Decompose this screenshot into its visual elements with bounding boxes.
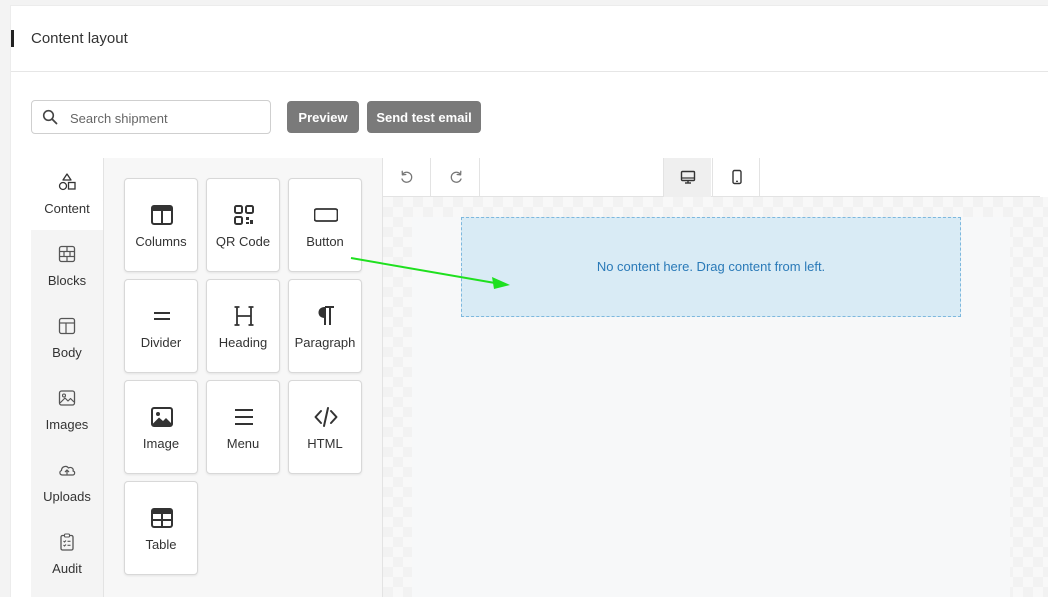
tab-label: Images — [45, 417, 89, 432]
tool-label: Heading — [218, 335, 268, 350]
undo-icon — [401, 170, 413, 183]
tab-label: Audit — [52, 561, 82, 576]
canvas-toolbar — [383, 158, 1040, 197]
header-accent-bar — [11, 30, 14, 47]
tool-menu[interactable]: Menu — [206, 380, 280, 474]
layout-icon — [58, 317, 76, 335]
page-title: Content layout — [31, 30, 128, 47]
tool-label: Image — [142, 436, 180, 451]
tool-label: Table — [145, 537, 177, 552]
images-icon — [58, 390, 76, 406]
desktop-view-button[interactable] — [663, 158, 711, 197]
canvas-background: No content here. Drag content from left. — [383, 197, 1048, 597]
redo-icon — [450, 170, 462, 183]
tool-paragraph[interactable]: Paragraph — [288, 279, 362, 373]
shapes-icon — [58, 173, 76, 191]
tool-label: Columns — [135, 234, 187, 249]
tool-divider[interactable]: Divider — [124, 279, 198, 373]
tool-label: QR Code — [215, 234, 271, 249]
tab-content[interactable]: Content — [31, 158, 103, 230]
mobile-icon — [732, 169, 742, 185]
content-palette: Columns QR Code Button Divider Heading P… — [103, 158, 383, 597]
tool-table[interactable]: Table — [124, 481, 198, 575]
tool-heading[interactable]: Heading — [206, 279, 280, 373]
tool-label: Menu — [226, 436, 260, 451]
sidebar-tabs: Content Blocks Body Images Uploads Audit — [31, 158, 103, 597]
heading-icon — [234, 306, 254, 326]
button-icon — [314, 208, 338, 222]
redo-button[interactable] — [432, 158, 480, 197]
divider-icon — [154, 312, 170, 320]
tab-images[interactable]: Images — [31, 374, 103, 446]
image-icon — [151, 407, 173, 427]
tab-label: Blocks — [47, 273, 87, 288]
cloud-upload-icon — [59, 465, 76, 476]
mobile-view-button[interactable] — [712, 158, 760, 197]
undo-button[interactable] — [383, 158, 431, 197]
tool-html[interactable]: HTML — [288, 380, 362, 474]
email-body: No content here. Drag content from left. — [412, 217, 1010, 597]
tool-label: Button — [306, 234, 344, 249]
tab-body[interactable]: Body — [31, 302, 103, 374]
tab-uploads[interactable]: Uploads — [31, 446, 103, 518]
preview-button[interactable]: Preview — [287, 101, 359, 133]
menu-icon — [235, 409, 253, 425]
empty-message: No content here. Drag content from left. — [596, 259, 826, 274]
table-icon — [151, 508, 173, 528]
tool-qr-code[interactable]: QR Code — [206, 178, 280, 272]
clipboard-check-icon — [60, 533, 74, 551]
email-editor: Content Blocks Body Images Uploads Audit… — [31, 158, 1048, 597]
search-input[interactable] — [70, 108, 265, 128]
tool-columns[interactable]: Columns — [124, 178, 198, 272]
tool-label: HTML — [307, 436, 343, 451]
drop-zone[interactable]: No content here. Drag content from left. — [461, 217, 961, 317]
tool-image[interactable]: Image — [124, 380, 198, 474]
columns-icon — [151, 205, 173, 225]
tab-audit[interactable]: Audit — [31, 518, 103, 590]
tab-blocks[interactable]: Blocks — [31, 230, 103, 302]
tab-label: Uploads — [43, 489, 91, 504]
tab-label: Content — [44, 201, 90, 216]
search-icon — [42, 109, 58, 125]
search-box — [31, 100, 271, 134]
canvas-area: No content here. Drag content from left. — [383, 158, 1048, 597]
desktop-icon — [680, 170, 696, 184]
tool-label: Divider — [140, 335, 182, 350]
code-icon — [314, 407, 338, 427]
send-test-email-button[interactable]: Send test email — [367, 101, 481, 133]
page-header: Content layout — [11, 6, 1048, 72]
tool-button[interactable]: Button — [288, 178, 362, 272]
paragraph-icon — [318, 306, 334, 325]
tab-label: Body — [52, 345, 82, 360]
blocks-icon — [58, 245, 76, 263]
tool-label: Paragraph — [294, 335, 356, 350]
page: Content layout Preview Send test email C… — [10, 5, 1048, 597]
qr-code-icon — [234, 205, 254, 225]
